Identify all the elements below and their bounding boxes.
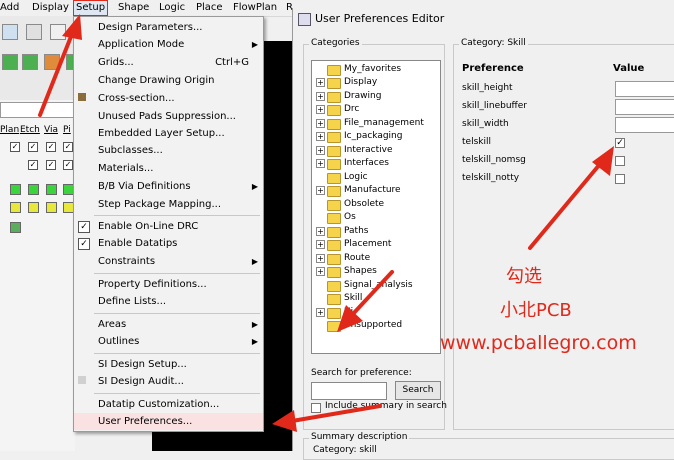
annotation-url-text: www.pcballegro.com xyxy=(440,332,637,354)
annotation-check-text: 勾选 xyxy=(506,266,542,287)
annotation-arrows xyxy=(38,14,614,432)
arrow-to-telskill-checkbox xyxy=(528,146,614,250)
annotation-brand-text: 小北PCB xyxy=(500,300,572,321)
arrow-to-setup-menu xyxy=(38,14,82,117)
arrow-to-user-preferences xyxy=(272,404,382,432)
arrow-to-skill-folder xyxy=(337,270,394,332)
